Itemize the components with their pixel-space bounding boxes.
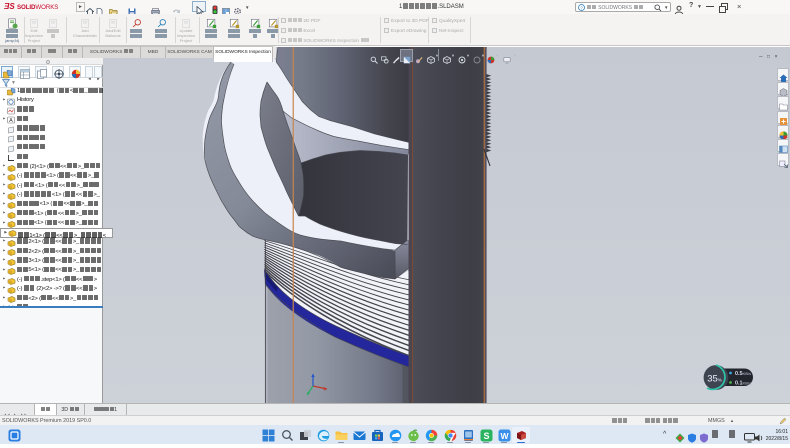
svg-text:S: S [483, 431, 489, 441]
svg-text:W: W [500, 431, 509, 441]
